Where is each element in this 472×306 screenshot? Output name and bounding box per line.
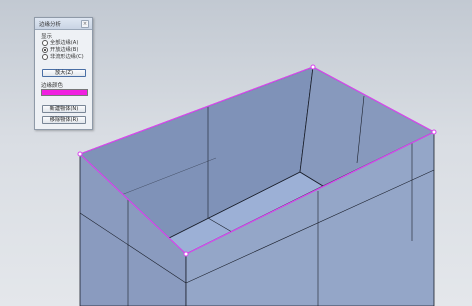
remove-object-button[interactable]: 移除物体(R) (42, 116, 86, 124)
radio-all-edges-label: 全部边缘(A) (50, 40, 79, 46)
panel-titlebar[interactable]: 边缘分析 × (35, 18, 92, 30)
radio-nonmanifold-edges-label: 非流形边缘(C) (50, 54, 84, 60)
edge-vertex (431, 129, 437, 135)
create-object-button[interactable]: 新建物体(N) (42, 105, 86, 113)
radio-all-edges[interactable]: 全部边缘(A) (42, 39, 78, 46)
close-icon[interactable]: × (81, 20, 89, 28)
radio-nonmanifold-edges[interactable]: 非流形边缘(C) (42, 53, 84, 60)
edge-vertex (310, 64, 316, 70)
edge-color-swatch[interactable] (41, 89, 88, 96)
edge-vertex (183, 251, 189, 257)
radio-open-edges-label: 开放边缘(B) (50, 47, 79, 53)
panel-title: 边缘分析 (39, 22, 62, 28)
radio-open-edges[interactable]: 开放边缘(B) (42, 46, 78, 53)
edge-vertex (77, 151, 83, 157)
radio-nonmanifold-edges-input[interactable] (42, 53, 48, 60)
radio-all-edges-input[interactable] (42, 39, 48, 46)
zoom-button[interactable]: 放大(Z) (42, 69, 86, 77)
radio-open-edges-input[interactable] (42, 46, 48, 53)
edge-analysis-panel: 边缘分析 × 显示 全部边缘(A) 开放边缘(B) 非流形边缘(C) 放大(Z)… (34, 17, 93, 130)
edge-color-label: 边缘颜色 (41, 83, 64, 89)
